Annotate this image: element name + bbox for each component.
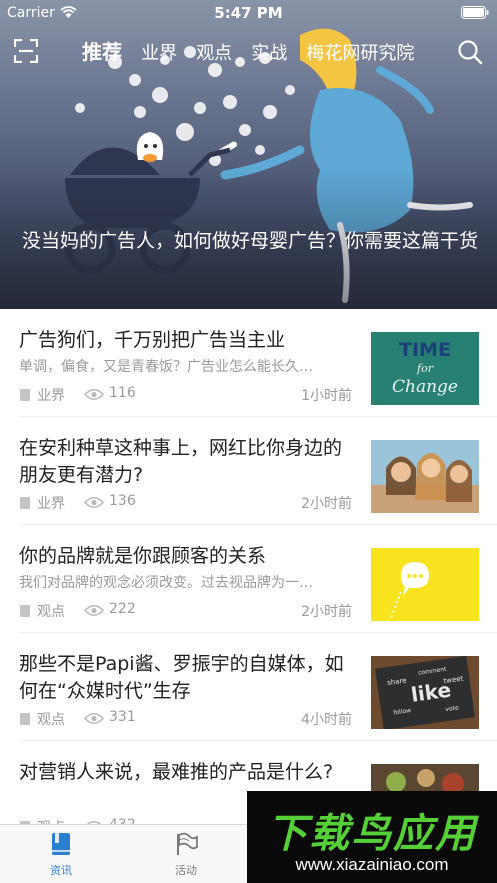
category-icon <box>20 605 30 617</box>
category-icon <box>20 713 30 725</box>
watermark-logo: 下载鸟应用 <box>267 811 477 857</box>
tab-opinion[interactable]: 观点 <box>196 32 232 74</box>
watermark-overlay: 下载鸟应用 www.xiazainiao.com <box>247 791 497 883</box>
status-bar: Carrier 5:47 PM <box>0 0 497 28</box>
article-item[interactable]: 广告狗们，千万别把广告当主业 单调，偏食，又是青春饭？广告业怎么能长久… 业界 … <box>0 309 497 417</box>
article-title: 广告狗们，千万别把广告当主业 <box>19 329 286 351</box>
category-icon <box>20 497 30 509</box>
article-meta: 观点 331 4小时前 <box>19 709 355 729</box>
article-item[interactable]: 那些不是Papi酱、罗振宇的自媒体，如何在“众媒时代”生存 观点 331 4小时… <box>0 633 497 741</box>
news-book-icon <box>52 833 70 855</box>
svg-text:Change: Change <box>392 377 458 397</box>
article-category: 业界 <box>37 496 65 512</box>
hero-title[interactable]: 没当妈的广告人，如何做好母婴广告？你需要这篇干货 <box>22 227 482 255</box>
article-summary: 单调，偏食，又是青春饭？广告业怎么能长久… <box>19 359 313 375</box>
top-navigation: 推荐 业界 观点 实战 梅花网研究院 <box>0 30 497 74</box>
article-item[interactable]: 你的品牌就是你跟顾客的关系 我们对品牌的观念必须改变。过去视品牌为一… 观点 2… <box>0 525 497 633</box>
tab-industry[interactable]: 业界 <box>141 32 177 74</box>
tab-research-institute[interactable]: 梅花网研究院 <box>306 32 414 74</box>
eye-icon <box>84 605 104 616</box>
article-text: 在安利种草这种事上，网红比你身边的朋友更有潜力? <box>19 435 355 489</box>
publish-time: 4小时前 <box>301 712 352 728</box>
article-title: 那些不是Papi酱、罗振宇的自媒体，如何在“众媒时代”生存 <box>19 653 344 702</box>
status-time: 5:47 PM <box>214 4 283 22</box>
watermark-url: www.xiazainiao.com <box>295 855 449 874</box>
article-text: 广告狗们，千万别把广告当主业 单调，偏食，又是青春饭？广告业怎么能长久… <box>19 327 355 376</box>
article-meta: 业界 136 2小时前 <box>19 493 355 513</box>
battery-icon <box>461 6 489 19</box>
category-tabs: 推荐 业界 观点 实战 梅花网研究院 <box>82 30 426 74</box>
flag-icon <box>177 832 198 855</box>
article-category: 观点 <box>37 817 65 824</box>
tab-practice[interactable]: 实战 <box>251 32 287 74</box>
publish-time: 1小时前 <box>301 388 352 404</box>
article-title: 对营销人来说，最难推的产品是什么? <box>19 761 334 783</box>
publish-time: 2小时前 <box>301 604 352 620</box>
article-meta: 业界 116 1小时前 <box>19 385 355 405</box>
tabbar-label: 资讯 <box>50 864 72 877</box>
article-feed: 广告狗们，千万别把广告当主业 单调，偏食，又是青春饭？广告业怎么能长久… 业界 … <box>0 309 497 824</box>
svg-text:for: for <box>416 362 434 375</box>
eye-icon <box>84 713 104 724</box>
article-summary: 我们对品牌的观念必须改变。过去视品牌为一… <box>19 575 313 591</box>
article-thumbnail: TIME for Change <box>371 332 479 405</box>
eye-icon <box>84 497 104 508</box>
tabbar-item-news[interactable]: 资讯 <box>16 831 106 878</box>
hero-banner[interactable]: Carrier 5:47 PM 推荐 业界 观点 实战 梅花网研究院 没当妈的广… <box>0 0 497 309</box>
tab-recommended[interactable]: 推荐 <box>82 30 122 74</box>
article-category: 业界 <box>37 388 65 404</box>
article-text: 对营销人来说，最难推的产品是什么? <box>19 759 355 786</box>
publish-time: 2小时前 <box>301 496 352 512</box>
article-category: 观点 <box>37 604 65 620</box>
article-text: 那些不是Papi酱、罗振宇的自媒体，如何在“众媒时代”生存 <box>19 651 355 705</box>
article-thumbnail <box>371 548 479 621</box>
article-item[interactable]: 在安利种草这种事上，网红比你身边的朋友更有潜力? 业界 136 2小时前 <box>0 417 497 525</box>
article-title: 在安利种草这种事上，网红比你身边的朋友更有潜力? <box>19 437 343 486</box>
category-icon <box>20 389 30 401</box>
tabbar-item-events[interactable]: 活动 <box>141 831 231 878</box>
article-thumbnail: share comment like follow tweet vote <box>371 656 479 729</box>
view-count: 432 <box>109 817 136 824</box>
view-count: 331 <box>109 709 136 725</box>
scan-icon[interactable] <box>14 39 38 63</box>
article-title: 你的品牌就是你跟顾客的关系 <box>19 545 267 567</box>
article-text: 你的品牌就是你跟顾客的关系 我们对品牌的观念必须改变。过去视品牌为一… <box>19 543 355 592</box>
article-thumbnail <box>371 440 479 513</box>
search-icon[interactable] <box>457 39 483 65</box>
view-count: 222 <box>109 601 136 617</box>
view-count: 116 <box>109 385 136 401</box>
tabbar-label: 活动 <box>175 864 197 877</box>
view-count: 136 <box>109 493 136 509</box>
article-category: 观点 <box>37 712 65 728</box>
eye-icon <box>84 389 104 400</box>
article-meta: 观点 222 2小时前 <box>19 601 355 621</box>
svg-text:TIME: TIME <box>399 339 451 361</box>
